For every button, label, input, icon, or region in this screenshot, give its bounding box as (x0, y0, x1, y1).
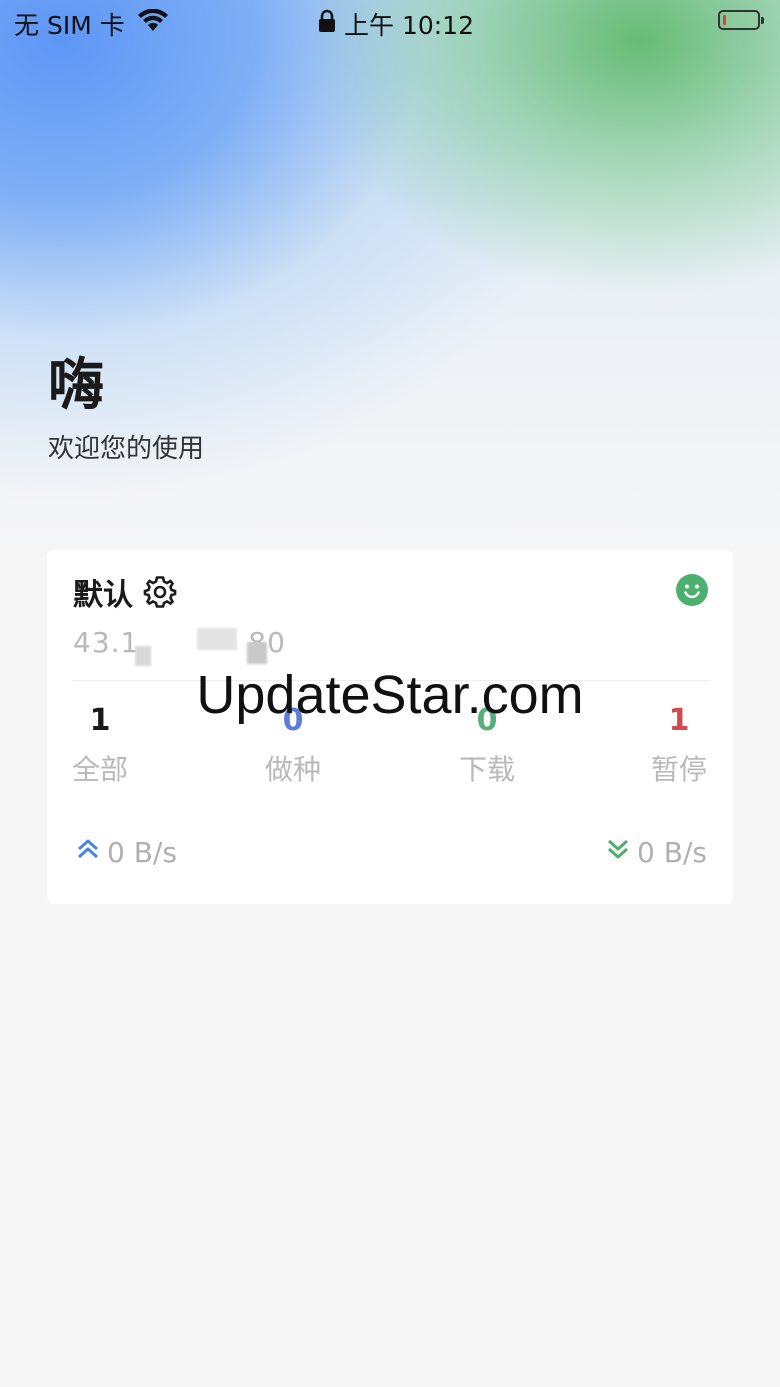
greeting-subtitle: 欢迎您的使用 (48, 434, 205, 464)
address-blur (135, 646, 151, 666)
address-blur (197, 628, 237, 650)
battery-level (723, 15, 726, 25)
stat-seeding-value: 0 (282, 703, 304, 738)
stat-seeding-label: 做种 (264, 753, 321, 786)
double-chevron-up-icon (75, 836, 107, 869)
stat-seeding[interactable]: 0 做种 (233, 702, 353, 788)
gear-icon[interactable] (143, 575, 177, 609)
address-blur (247, 642, 267, 664)
lock-icon (318, 9, 336, 39)
wifi-icon (137, 8, 169, 39)
battery-icon (718, 10, 764, 30)
card-divider (73, 680, 709, 681)
smile-icon (676, 574, 708, 606)
status-center: 上午 10:12 (318, 6, 474, 42)
carrier-label: 无 SIM 卡 (14, 11, 125, 40)
stat-all[interactable]: 1 全部 (40, 702, 160, 788)
stat-all-label: 全部 (71, 753, 128, 786)
stat-downloading[interactable]: 0 下载 (427, 702, 547, 788)
card-header: 默认 (73, 570, 177, 614)
download-speed: 0 B/s (605, 836, 707, 869)
stat-paused[interactable]: 1 暂停 (619, 702, 739, 788)
greeting-title: 嗨 (48, 353, 104, 418)
server-card[interactable]: 默认 43.1 80 1 全部 0 做种 0 下载 1 暂停 0 B/s 0 B… (47, 550, 733, 904)
stat-paused-label: 暂停 (650, 753, 707, 786)
stat-paused-value: 1 (668, 703, 690, 738)
upload-speed: 0 B/s (75, 836, 177, 869)
download-speed-value: 0 B/s (637, 836, 707, 869)
stat-all-value: 1 (89, 703, 111, 738)
upload-speed-value: 0 B/s (107, 836, 177, 869)
stat-downloading-label: 下载 (458, 753, 515, 786)
server-name: 默认 (73, 578, 133, 613)
status-bar: 无 SIM 卡 上午 10:12 (0, 0, 780, 44)
double-chevron-down-icon (605, 836, 637, 869)
status-time: 上午 10:12 (344, 11, 474, 40)
stat-downloading-value: 0 (476, 703, 498, 738)
status-left: 无 SIM 卡 (14, 6, 169, 42)
